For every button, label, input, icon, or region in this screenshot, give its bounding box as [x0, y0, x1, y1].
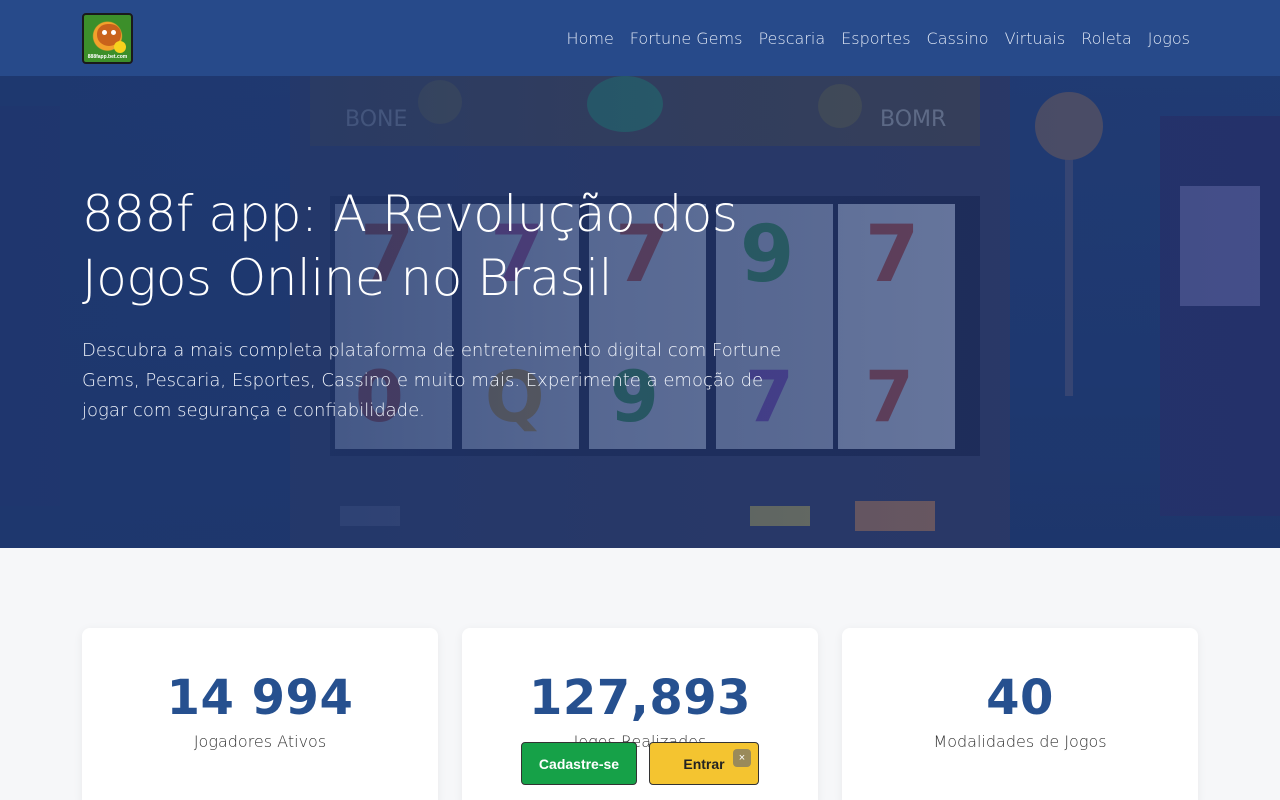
stat-card-games: 127,893 Jogos Realizados	[462, 628, 818, 800]
stat-label: Jogadores Ativos	[193, 732, 327, 751]
signup-button[interactable]: Cadastre-se	[521, 742, 637, 785]
main-nav: Home Fortune Gems Pescaria Esportes Cass…	[567, 0, 1190, 76]
nav-home[interactable]: Home	[567, 29, 614, 48]
site-header: 888fapp.bet.com Home Fortune Gems Pescar…	[0, 0, 1280, 76]
hero-section: BONE BOMR 7 7 7 9 7 0 Q 9 7 7 888f app: …	[0, 76, 1280, 548]
nav-fortune-gems[interactable]: Fortune Gems	[630, 29, 743, 48]
stat-value: 40	[986, 670, 1054, 726]
stats-section: 14 994 Jogadores Ativos 127,893 Jogos Re…	[82, 628, 1198, 800]
logo-text: 888fapp.bet.com	[87, 54, 128, 60]
hero-title: 888f app: A Revolução dos Jogos Online n…	[82, 185, 738, 307]
stat-label: Jogos Realizados	[573, 732, 707, 751]
stat-card-players: 14 994 Jogadores Ativos	[82, 628, 438, 800]
nav-cassino[interactable]: Cassino	[927, 29, 989, 48]
stat-label: Modalidades de Jogos	[933, 732, 1107, 751]
close-icon[interactable]: ×	[733, 749, 751, 767]
nav-virtuais[interactable]: Virtuais	[1005, 29, 1066, 48]
nav-esportes[interactable]: Esportes	[841, 29, 910, 48]
stat-value: 14 994	[166, 670, 354, 726]
nav-jogos[interactable]: Jogos	[1148, 29, 1190, 48]
stat-value: 127,893	[528, 670, 752, 726]
site-logo[interactable]: 888fapp.bet.com	[82, 13, 133, 64]
nav-pescaria[interactable]: Pescaria	[758, 29, 825, 48]
nav-roleta[interactable]: Roleta	[1081, 29, 1132, 48]
hero-overlay	[0, 76, 1280, 548]
hero-description: Descubra a mais completa plataforma de e…	[82, 340, 782, 421]
stat-card-modalities: 40 Modalidades de Jogos	[842, 628, 1198, 800]
